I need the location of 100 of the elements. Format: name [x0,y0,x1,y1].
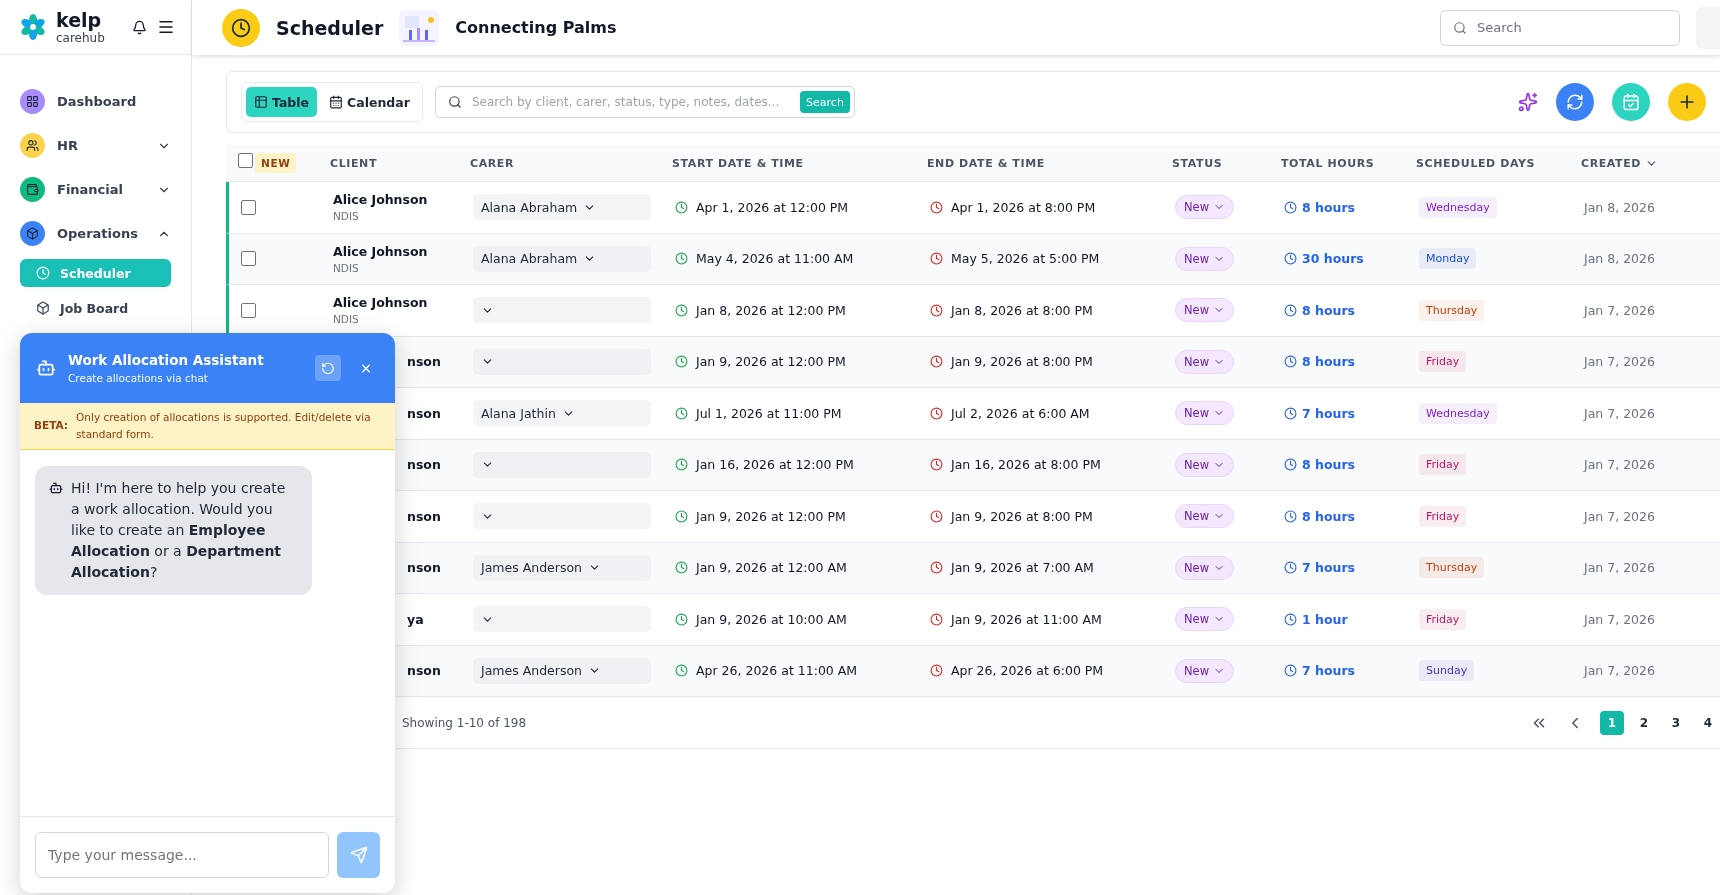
message-input[interactable]: Type your message... [35,832,329,878]
clock-icon [675,612,688,626]
created-date: Jan 8, 2026 [1584,199,1656,215]
row-checkbox[interactable] [241,199,256,215]
flower-logo-icon [20,14,46,40]
sidebar-item[interactable]: HR [20,127,171,164]
created-date: Jan 7, 2026 [1584,611,1656,627]
column-header: END DATE & TIME [927,156,1046,170]
status-dropdown[interactable]: New [1175,298,1235,323]
chat-subtitle: Create allocations via chat [68,372,209,384]
grid-icon [26,95,39,108]
clock-icon [930,200,943,214]
calendar-button[interactable] [1612,83,1650,121]
page-button[interactable]: 3 [1664,710,1688,735]
funding-type: NDIS [333,313,360,326]
clock-icon [675,303,688,317]
created-date: Jan 7, 2026 [1584,405,1656,421]
client-name: Alice Johnson [333,243,429,259]
calendar-icon [1622,93,1640,111]
end-date: Jan 9, 2026 at 7:00 AM [951,560,1094,576]
clock-icon [36,266,50,280]
carer-select[interactable]: Alana Jathin [473,400,651,427]
client-name: Alice Johnson [333,192,429,208]
row-checkbox[interactable] [241,302,256,318]
carer-select[interactable]: James Anderson [473,657,651,684]
status-dropdown[interactable]: New [1175,607,1235,632]
clock-icon [930,664,943,678]
view-tab[interactable]: Table [246,87,318,117]
clock-icon [675,664,688,678]
refresh-button[interactable] [1556,83,1594,121]
chat-title: Work Allocation Assistant [68,352,265,368]
status-dropdown[interactable]: New [1175,195,1235,220]
select-all-checkbox[interactable] [238,153,253,168]
total-hours: 8 hours [1302,354,1356,370]
clock-icon [222,8,260,47]
clock-icon [675,509,688,523]
clock-icon [930,612,943,626]
sidebar-subitem[interactable]: Job Board [20,294,171,322]
column-header[interactable]: CREATED [1581,156,1720,170]
page-button[interactable]: 2 [1632,710,1656,735]
start-date: Jan 9, 2026 at 12:00 AM [696,560,847,576]
beta-label: BETA: [34,418,69,434]
end-date: May 5, 2026 at 5:00 PM [951,251,1100,267]
status-dropdown[interactable]: New [1175,401,1235,426]
total-hours: 7 hours [1302,560,1356,576]
robot-icon [49,480,63,495]
end-date: Apr 1, 2026 at 8:00 PM [951,199,1096,215]
client-name: nson [407,560,442,576]
status-dropdown[interactable]: New [1175,246,1235,271]
reset-icon [321,360,335,376]
cube-icon [36,301,50,315]
column-header: CARER [470,156,516,170]
day-tag: Wednesday [1419,196,1497,218]
notifications-icon[interactable] [132,19,147,35]
menu-icon[interactable] [157,18,175,36]
day-tag: Friday [1419,505,1467,527]
status-dropdown[interactable]: New [1175,504,1235,529]
created-date: Jan 7, 2026 [1584,560,1656,576]
row-checkbox[interactable] [241,251,256,267]
end-date: Jul 2, 2026 at 6:00 AM [951,405,1090,421]
clock-icon [1284,200,1297,214]
chat-message: Hi! I'm here to help you create a work allocation. Would you like to create an Employee Allocation or a Department Allocation? [71,478,287,582]
view-tab[interactable]: Calendar [321,87,418,117]
beta-text: Only creation of allocations is supported. Edit/delete via standard form. [76,410,372,442]
column-header: STATUS [1172,156,1224,170]
carer-select[interactable]: Alana Abraham [473,245,651,272]
status-dropdown[interactable]: New [1175,555,1235,580]
created-date: Jan 7, 2026 [1584,302,1656,318]
sparkles-icon[interactable] [1518,92,1538,112]
end-date: Jan 9, 2026 at 8:00 PM [951,508,1093,524]
carer-select[interactable]: Alana Abraham [473,194,651,221]
start-date: Apr 26, 2026 at 11:00 AM [696,663,858,679]
reset-button[interactable] [315,355,341,381]
sidebar-item[interactable]: Dashboard [20,83,171,120]
status-dropdown[interactable]: New [1175,452,1235,477]
created-date: Jan 7, 2026 [1584,508,1656,524]
search-field[interactable]: Search [1440,9,1680,46]
client-name: nson [407,508,442,524]
clock-icon [930,458,943,472]
carer-select[interactable]: James Anderson [473,554,651,581]
start-date: May 4, 2026 at 11:00 AM [696,251,854,267]
sidebar-item[interactable]: Financial [20,171,171,208]
clock-icon [1284,612,1297,626]
day-tag: Thursday [1419,557,1485,579]
sidebar-item[interactable]: Operations [20,215,171,252]
brand-subtitle: carehub [56,31,106,44]
page-button[interactable]: 4 [1696,710,1720,735]
clock-icon [1284,355,1297,369]
clock-icon [930,252,943,266]
status-dropdown[interactable]: New [1175,658,1235,683]
search-icon [447,95,462,109]
day-tag: Sunday [1419,660,1475,682]
end-date: Jan 9, 2026 at 11:00 AM [951,611,1102,627]
clock-icon [1284,561,1297,575]
status-dropdown[interactable]: New [1175,349,1235,374]
add-button[interactable] [1668,83,1706,121]
pagination-summary: Showing 1-10 of 198 [402,715,528,730]
created-date: Jan 7, 2026 [1584,663,1656,679]
clock-icon [675,252,688,266]
clock-icon [675,200,688,214]
